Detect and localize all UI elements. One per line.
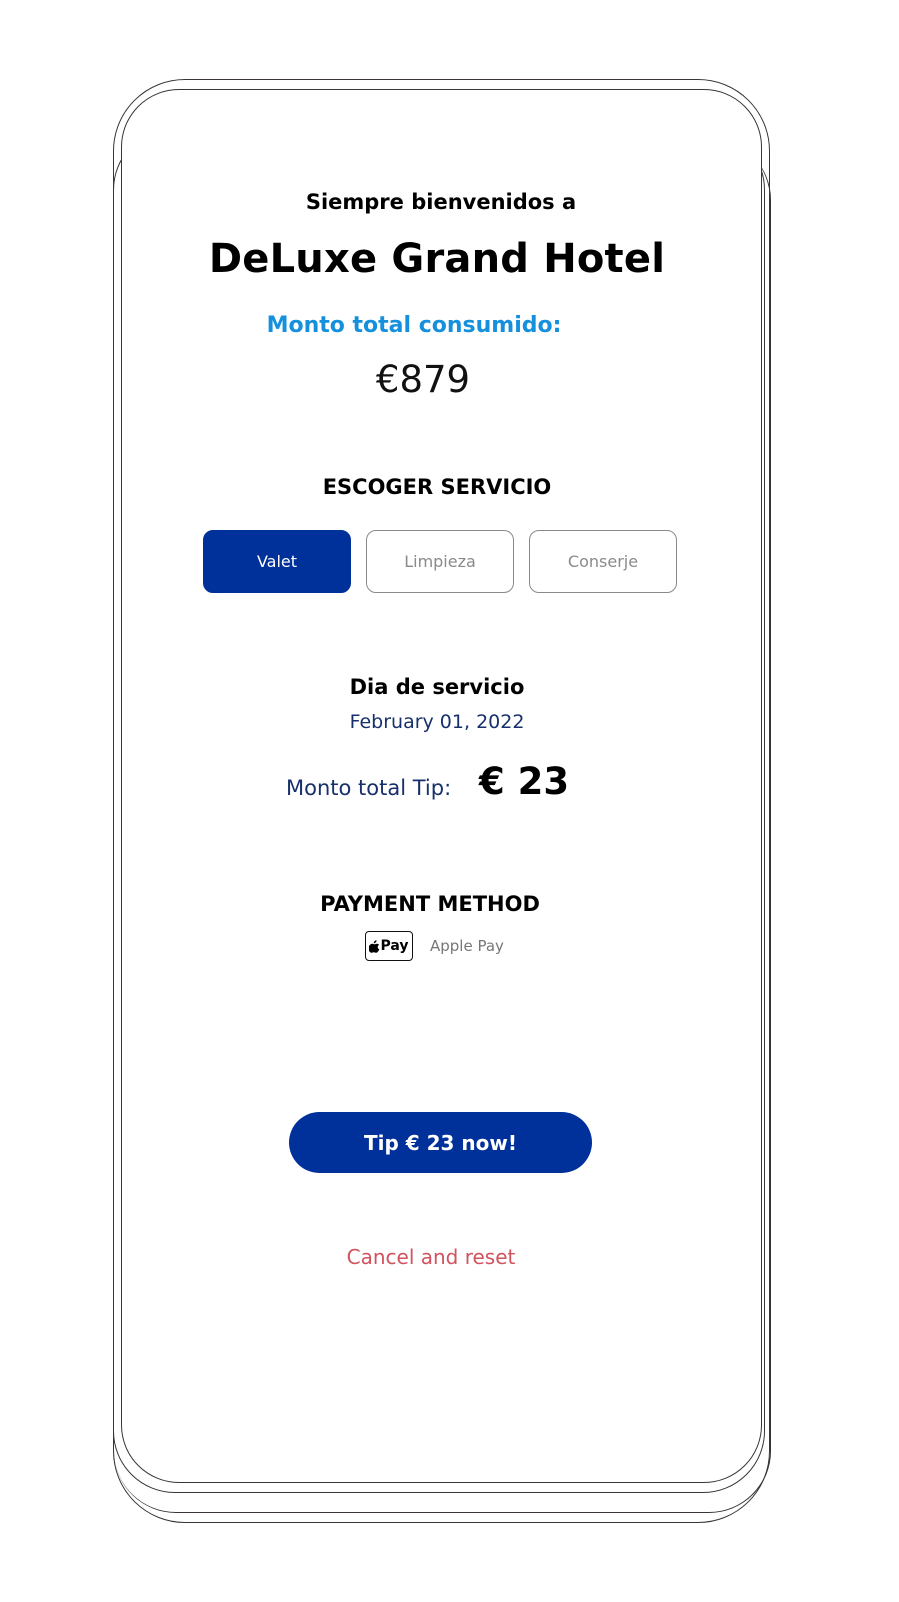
service-day-heading: Dia de servicio <box>349 675 525 699</box>
service-option-label: Limpieza <box>404 552 476 571</box>
service-option-label: Conserje <box>567 552 639 571</box>
total-consumed-value: €879 <box>375 358 471 401</box>
tip-total-value: € 23 <box>479 760 570 803</box>
service-option-label: Valet <box>256 552 298 571</box>
payment-method-heading: PAYMENT METHOD <box>320 892 540 916</box>
welcome-text: Siempre bienvenidos a <box>305 190 577 214</box>
apple-logo-icon <box>369 939 380 953</box>
cancel-reset-link[interactable]: Cancel and reset <box>347 1245 516 1269</box>
service-option-conserje[interactable]: Conserje <box>529 530 677 593</box>
service-day-date: February 01, 2022 <box>349 711 525 733</box>
service-option-limpieza[interactable]: Limpieza <box>366 530 514 593</box>
total-consumed-label: Monto total consumido: <box>266 313 562 338</box>
payment-method-name: Apple Pay <box>430 937 504 955</box>
apple-pay-badge-text: Pay <box>380 938 409 954</box>
service-heading: ESCOGER SERVICIO <box>322 475 552 499</box>
service-option-valet[interactable]: Valet <box>203 530 351 593</box>
tip-total-label: Monto total Tip: <box>286 776 452 800</box>
tip-now-button[interactable]: Tip € 23 now! <box>289 1112 592 1173</box>
apple-pay-badge[interactable]: Pay <box>365 931 413 961</box>
hotel-name: DeLuxe Grand Hotel <box>208 236 666 282</box>
